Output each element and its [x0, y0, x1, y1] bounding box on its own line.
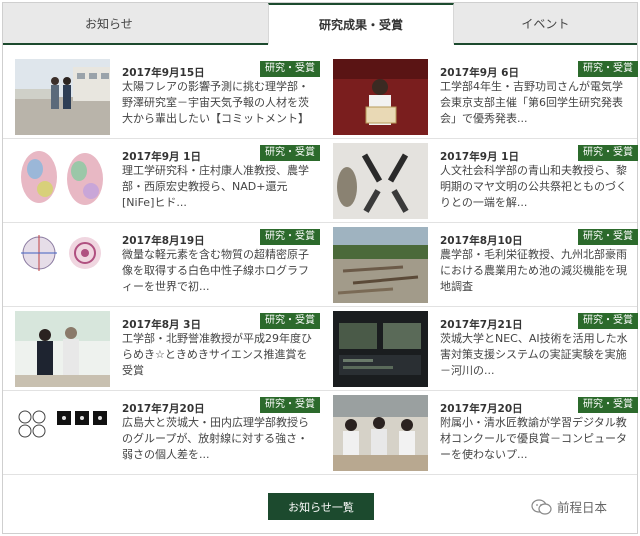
- protein-figure-thumbnail[interactable]: [15, 143, 110, 219]
- category-badge: 研究・受賞: [260, 61, 320, 77]
- category-badge: 研究・受賞: [578, 61, 638, 77]
- news-date: 2017年7月20日: [122, 403, 205, 415]
- news-card[interactable]: 2017年7月20日 研究・受賞 広島大と茨城大・田内広理学部教授らのグループが…: [15, 395, 320, 473]
- news-date: 2017年8月10日: [440, 235, 523, 247]
- news-card[interactable]: 2017年9月 6日 研究・受賞 工学部4年生・吉野功司さんが電気学会東京支部主…: [333, 59, 638, 137]
- footer-bar: お知らせ一覧 前程日本: [3, 487, 637, 533]
- news-title[interactable]: 附属小・清水匠教諭が学習デジタル教材コンクールで優良賞－コンピューターを使わない…: [440, 415, 630, 463]
- news-title[interactable]: 農学部・毛利栄征教授、九州北部豪雨における農業用ため池の減災機能を現地調査: [440, 247, 630, 295]
- news-panel: お知らせ 研究成果・受賞 イベント 2017年9月15日 研究・受賞 太陽フレア…: [2, 2, 638, 534]
- brand-watermark: 前程日本: [531, 497, 607, 516]
- news-meta: 2017年8月 3日 研究・受賞: [122, 313, 320, 332]
- news-row: 2017年9月15日 研究・受賞 太陽フレアの影響予測に挑む理学部・野澤研究室－…: [3, 55, 638, 139]
- ceremony-photo-thumbnail[interactable]: [15, 311, 110, 387]
- news-card[interactable]: 2017年8月10日 研究・受賞 農学部・毛利栄征教授、九州北部豪雨における農業…: [333, 227, 638, 305]
- brand-name: 前程日本: [557, 500, 608, 515]
- news-card[interactable]: 2017年7月21日 研究・受賞 茨城大学とNEC、AI技術を活用した水害対策支…: [333, 311, 638, 389]
- news-meta: 2017年9月 1日 研究・受賞: [440, 145, 638, 164]
- news-grid: 2017年9月15日 研究・受賞 太陽フレアの影響予測に挑む理学部・野澤研究室－…: [3, 55, 638, 475]
- category-badge: 研究・受賞: [578, 229, 638, 245]
- news-row: 2017年8月19日 研究・受賞 微量な軽元素を含む物質の超精密原子像を取得する…: [3, 223, 638, 307]
- category-badge: 研究・受賞: [260, 313, 320, 329]
- news-title[interactable]: 茨城大学とNEC、AI技術を活用した水害対策支援システムの実証実験を実施－河川の…: [440, 331, 630, 379]
- category-badge: 研究・受賞: [578, 397, 638, 413]
- news-title[interactable]: 微量な軽元素を含む物質の超精密原子像を取得する白色中性子線ホログラフィーを世界で…: [122, 247, 312, 295]
- news-title[interactable]: 人文社会科学部の青山和夫教授ら、黎明期のマヤ文明の公共祭祀とものづくりとの一端を…: [440, 163, 630, 211]
- cells-figure-thumbnail[interactable]: [15, 395, 110, 471]
- news-title[interactable]: 太陽フレアの影響予測に挑む理学部・野澤研究室－宇宙天気予報の人材を茨大から輩出し…: [122, 79, 312, 127]
- news-row: 2017年8月 3日 研究・受賞 工学部・北野誉准教授が平成29年度ひらめき☆と…: [3, 307, 638, 391]
- news-meta: 2017年9月 6日 研究・受賞: [440, 61, 638, 80]
- news-card[interactable]: 2017年8月 3日 研究・受賞 工学部・北野誉准教授が平成29年度ひらめき☆と…: [15, 311, 320, 389]
- classroom-photo-thumbnail[interactable]: [333, 395, 428, 471]
- news-meta: 2017年7月21日 研究・受賞: [440, 313, 638, 332]
- news-card[interactable]: 2017年8月19日 研究・受賞 微量な軽元素を含む物質の超精密原子像を取得する…: [15, 227, 320, 305]
- news-date: 2017年9月 6日: [440, 67, 519, 79]
- tab-research-awards[interactable]: 研究成果・受賞: [268, 3, 454, 45]
- news-card[interactable]: 2017年9月15日 研究・受賞 太陽フレアの影響予測に挑む理学部・野澤研究室－…: [15, 59, 320, 137]
- tab-events[interactable]: イベント: [453, 3, 637, 45]
- news-date: 2017年7月21日: [440, 319, 523, 331]
- tab-news[interactable]: お知らせ: [3, 3, 269, 45]
- category-badge: 研究・受賞: [260, 229, 320, 245]
- news-list-button[interactable]: お知らせ一覧: [268, 493, 374, 520]
- monitor-photo-thumbnail[interactable]: [333, 311, 428, 387]
- news-date: 2017年7月20日: [440, 403, 523, 415]
- artifacts-photo-thumbnail[interactable]: [333, 143, 428, 219]
- category-badge: 研究・受賞: [578, 313, 638, 329]
- news-date: 2017年9月15日: [122, 67, 205, 79]
- news-meta: 2017年8月19日 研究・受賞: [122, 229, 320, 248]
- flood-photo-thumbnail[interactable]: [333, 227, 428, 303]
- news-meta: 2017年9月15日 研究・受賞: [122, 61, 320, 80]
- news-title[interactable]: 理工学研究科・庄村康人准教授、農学部・西原宏史教授ら、NAD+還元[NiFe]ヒ…: [122, 163, 312, 211]
- news-card[interactable]: 2017年7月20日 研究・受賞 附属小・清水匠教諭が学習デジタル教材コンクール…: [333, 395, 638, 473]
- chat-icon: [531, 498, 552, 515]
- news-card[interactable]: 2017年9月 1日 研究・受賞 理工学研究科・庄村康人准教授、農学部・西原宏史…: [15, 143, 320, 221]
- news-title[interactable]: 広島大と茨城大・田内広理学部教授らのグループが、放射線に対する強さ・弱さの個人差…: [122, 415, 312, 463]
- news-date: 2017年9月 1日: [440, 151, 519, 163]
- news-meta: 2017年7月20日 研究・受賞: [122, 397, 320, 416]
- news-meta: 2017年8月10日 研究・受賞: [440, 229, 638, 248]
- news-card[interactable]: 2017年9月 1日 研究・受賞 人文社会科学部の青山和夫教授ら、黎明期のマヤ文…: [333, 143, 638, 221]
- news-row: 2017年7月20日 研究・受賞 広島大と茨城大・田内広理学部教授らのグループが…: [3, 391, 638, 475]
- news-title[interactable]: 工学部・北野誉准教授が平成29年度ひらめき☆ときめきサイエンス推進賞を受賞: [122, 331, 312, 379]
- award-photo-thumbnail[interactable]: [333, 59, 428, 135]
- tab-bar: お知らせ 研究成果・受賞 イベント: [3, 3, 637, 45]
- category-badge: 研究・受賞: [260, 145, 320, 161]
- news-date: 2017年9月 1日: [122, 151, 201, 163]
- category-badge: 研究・受賞: [260, 397, 320, 413]
- news-title[interactable]: 工学部4年生・吉野功司さんが電気学会東京支部主催「第6回学生研究発表会」で優秀発…: [440, 79, 630, 127]
- building-photo-thumbnail[interactable]: [15, 59, 110, 135]
- news-date: 2017年8月19日: [122, 235, 205, 247]
- hologram-figure-thumbnail[interactable]: [15, 227, 110, 303]
- category-badge: 研究・受賞: [578, 145, 638, 161]
- news-row: 2017年9月 1日 研究・受賞 理工学研究科・庄村康人准教授、農学部・西原宏史…: [3, 139, 638, 223]
- news-meta: 2017年7月20日 研究・受賞: [440, 397, 638, 416]
- news-date: 2017年8月 3日: [122, 319, 201, 331]
- news-meta: 2017年9月 1日 研究・受賞: [122, 145, 320, 164]
